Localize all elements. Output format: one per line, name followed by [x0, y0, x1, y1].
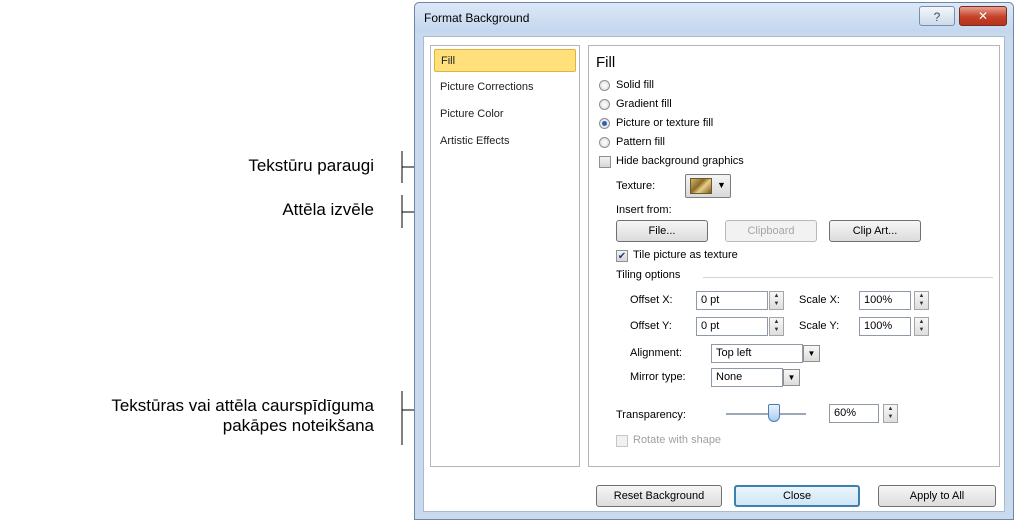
offset-x-label: Offset X:	[630, 294, 673, 306]
alignment-select[interactable]: Top left	[711, 344, 803, 363]
mirror-type-chevron-down-icon[interactable]: ▼	[783, 369, 800, 386]
scale-y-label: Scale Y:	[799, 320, 840, 332]
transparency-input[interactable]: 60%	[829, 404, 879, 423]
tile-picture-checkbox[interactable]: ✔	[616, 250, 628, 262]
pattern-fill-radio[interactable]	[599, 137, 610, 148]
scale-y-spinner[interactable]: ▲ ▼	[914, 317, 929, 336]
transparency-slider-track[interactable]	[726, 413, 806, 415]
texture-picker-button[interactable]: ▼	[685, 174, 731, 198]
picture-texture-fill-radio[interactable]	[599, 118, 610, 129]
apply-to-all-button[interactable]: Apply to All	[878, 485, 996, 507]
offset-x-spinner[interactable]: ▲ ▼	[769, 291, 784, 310]
transparency-label: Transparency:	[616, 409, 686, 421]
annotation-image-selection: Attēla izvēle	[282, 200, 374, 219]
annotation-transparency-line2: pakāpes noteikšana	[222, 416, 374, 435]
tiling-options-separator	[703, 277, 993, 278]
nav-item-artistic-effects[interactable]: Artistic Effects	[434, 130, 576, 153]
mirror-type-select[interactable]: None	[711, 368, 783, 387]
help-icon[interactable]: ?	[919, 6, 955, 26]
offset-y-spinner[interactable]: ▲ ▼	[769, 317, 784, 336]
tiling-options-label: Tiling options	[616, 269, 681, 281]
hide-background-graphics-label: Hide background graphics	[616, 155, 744, 167]
reset-background-button[interactable]: Reset Background	[596, 485, 722, 507]
alignment-label: Alignment:	[630, 347, 682, 359]
gradient-fill-radio[interactable]	[599, 99, 610, 110]
close-icon[interactable]: ✕	[959, 6, 1007, 26]
fill-heading: Fill	[596, 54, 616, 71]
gradient-fill-label: Gradient fill	[616, 98, 672, 110]
dialog-body: Fill Picture Corrections Picture Color A…	[423, 36, 1005, 512]
offset-x-input[interactable]: 0 pt	[696, 291, 768, 310]
annotation-transparency: Tekstūras vai attēla caurspīdīguma pakāp…	[111, 396, 374, 436]
transparency-slider-thumb[interactable]	[768, 404, 780, 422]
scale-y-input[interactable]: 100%	[859, 317, 911, 336]
annotation-texture-samples: Tekstūru paraugi	[248, 156, 374, 175]
rotate-with-shape-label: Rotate with shape	[633, 434, 722, 446]
window-title: Format Background	[424, 11, 530, 25]
picture-texture-fill-label: Picture or texture fill	[616, 117, 714, 129]
nav-item-picture-color[interactable]: Picture Color	[434, 103, 576, 126]
chevron-down-icon: ▼	[717, 180, 726, 190]
texture-swatch-icon	[690, 178, 712, 194]
scale-x-spinner[interactable]: ▲ ▼	[914, 291, 929, 310]
title-bar: Format Background ? ✕	[415, 3, 1013, 33]
transparency-spinner[interactable]: ▲ ▼	[883, 404, 898, 423]
clip-art-button[interactable]: Clip Art...	[829, 220, 921, 242]
annotation-transparency-line1: Tekstūras vai attēla caurspīdīguma	[111, 396, 374, 415]
scale-x-label: Scale X:	[799, 294, 840, 306]
rotate-with-shape-checkbox[interactable]	[616, 435, 628, 447]
insert-from-label: Insert from:	[616, 204, 672, 216]
close-button[interactable]: Close	[734, 485, 860, 507]
format-background-dialog: Format Background ? ✕ Fill Picture Corre…	[414, 2, 1014, 520]
texture-label: Texture:	[616, 180, 656, 192]
solid-fill-radio[interactable]	[599, 80, 610, 91]
nav-item-fill[interactable]: Fill	[434, 49, 576, 72]
clipboard-button[interactable]: Clipboard	[725, 220, 817, 242]
tile-picture-label: Tile picture as texture	[633, 249, 738, 261]
pattern-fill-label: Pattern fill	[616, 136, 665, 148]
alignment-chevron-down-icon[interactable]: ▼	[803, 345, 820, 362]
scale-x-input[interactable]: 100%	[859, 291, 911, 310]
fill-panel: Fill Solid fill Gradient fill Picture or…	[588, 45, 1000, 467]
offset-y-input[interactable]: 0 pt	[696, 317, 768, 336]
solid-fill-label: Solid fill	[616, 79, 654, 91]
mirror-type-label: Mirror type:	[630, 371, 686, 383]
category-nav: Fill Picture Corrections Picture Color A…	[430, 45, 580, 467]
file-button[interactable]: File...	[616, 220, 708, 242]
nav-item-picture-corrections[interactable]: Picture Corrections	[434, 76, 576, 99]
offset-y-label: Offset Y:	[630, 320, 672, 332]
hide-background-graphics-checkbox[interactable]	[599, 156, 611, 168]
